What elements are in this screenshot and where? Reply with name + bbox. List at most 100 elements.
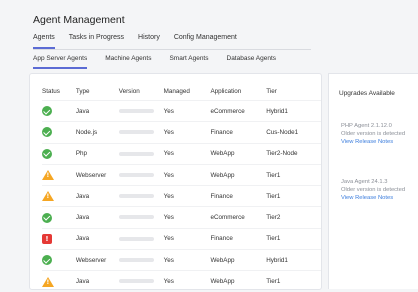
table-header-row: Status Type Version Managed Application …: [42, 82, 321, 101]
upgrades-panel: Upgrades Available PHP Agent 2.1.12.0 Ol…: [328, 73, 418, 289]
subtab-app-server-agents[interactable]: App Server Agents: [33, 55, 88, 69]
table-row[interactable]: Webserver Yes WebApp Hybrid1: [42, 249, 321, 271]
version-cell: [118, 142, 164, 165]
page-title: Agent Management: [33, 14, 125, 26]
application-cell: WebApp: [210, 249, 267, 271]
type-cell: Java: [75, 227, 119, 250]
version-placeholder-bar: [118, 258, 154, 263]
upgrades-title: Upgrades Available: [339, 90, 395, 97]
upgrade-note: Older version is detected: [341, 131, 406, 137]
agents-table-panel: Status Type Version Managed Application …: [29, 73, 322, 292]
status-cell: [42, 206, 76, 229]
sub-tabs: App Server Agents Machine Agents Smart A…: [33, 55, 294, 69]
version-placeholder-bar: [118, 194, 154, 199]
view-release-notes-link[interactable]: View Release Notes: [341, 138, 411, 146]
table-row[interactable]: Java Yes eCommerce Hybrid1: [42, 99, 321, 122]
managed-cell: Yes: [163, 249, 211, 271]
column-header-managed[interactable]: Managed: [164, 82, 211, 101]
version-placeholder-bar: [118, 172, 154, 177]
tier-cell: Tier1: [266, 163, 321, 186]
application-cell: eCommerce: [210, 99, 267, 122]
view-release-notes-link[interactable]: View Release Notes: [341, 194, 411, 202]
column-header-application[interactable]: Application: [210, 82, 266, 101]
column-header-tier[interactable]: Tier: [266, 82, 321, 101]
column-header-type[interactable]: Type: [76, 82, 119, 101]
agents-table: Status Type Version Managed Application …: [42, 82, 321, 292]
upgrade-version: Java Agent 24.1.3: [341, 179, 388, 185]
managed-cell: Yes: [163, 270, 211, 292]
application-cell: Finance: [210, 121, 267, 144]
application-cell: Finance: [210, 227, 267, 250]
subtab-machine-agents[interactable]: Machine Agents: [105, 55, 151, 69]
application-cell: WebApp: [210, 270, 267, 292]
error-square-icon: !: [42, 233, 52, 244]
status-cell: [42, 249, 76, 271]
type-cell: Webserver: [75, 163, 119, 186]
status-cell: [42, 270, 76, 292]
table-row[interactable]: Node.js Yes Finance Cus-Node1: [42, 121, 321, 144]
tab-config-management[interactable]: Config Management: [174, 34, 237, 49]
tier-cell: Tier2-Node: [266, 142, 321, 165]
tabs-divider: [33, 49, 311, 50]
managed-cell: Yes: [163, 185, 211, 207]
application-cell: WebApp: [210, 163, 267, 186]
status-cell: !: [42, 227, 76, 250]
version-placeholder-bar: [118, 215, 154, 220]
tier-cell: Hybrid1: [266, 99, 321, 122]
status-cell: [42, 163, 76, 186]
version-cell: [118, 270, 164, 292]
warning-triangle-icon: [42, 191, 54, 202]
table-row[interactable]: Java YesWebAppTier1: [42, 270, 321, 292]
type-cell: Webserver: [75, 249, 119, 271]
managed-cell: Yes: [163, 121, 211, 144]
column-header-version[interactable]: Version: [119, 82, 164, 101]
check-circle-icon: [42, 106, 52, 117]
version-placeholder-bar: [118, 151, 154, 156]
version-placeholder-bar: [118, 279, 154, 284]
type-cell: Node.js: [75, 121, 119, 144]
tier-cell: Hybrid1: [266, 249, 321, 271]
check-circle-icon: [42, 212, 52, 223]
status-cell: [42, 99, 76, 122]
status-cell: [42, 142, 76, 165]
table-row[interactable]: Java YesFinanceTier1: [42, 185, 321, 207]
type-cell: Java: [75, 206, 119, 229]
version-cell: [118, 185, 164, 207]
upgrade-item: PHP Agent 2.1.12.0 Older version is dete…: [341, 122, 411, 146]
tab-agents[interactable]: Agents: [33, 34, 55, 49]
version-placeholder-bar: [118, 108, 154, 113]
type-cell: Java: [75, 270, 119, 292]
table-row[interactable]: Java Yes eCommerce Tier2: [42, 206, 321, 229]
table-row[interactable]: Webserver YesWebAppTier1: [42, 163, 321, 186]
version-placeholder-bar: [118, 236, 154, 241]
column-header-status[interactable]: Status: [42, 82, 76, 101]
check-circle-icon: [42, 127, 52, 138]
subtab-smart-agents[interactable]: Smart Agents: [169, 55, 208, 69]
table-row[interactable]: ! Java Yes Finance Tier1: [42, 227, 321, 250]
tab-tasks-in-progress[interactable]: Tasks in Progress: [69, 34, 124, 49]
subtab-database-agents[interactable]: Database Agents: [227, 55, 277, 69]
type-cell: Java: [75, 99, 119, 122]
version-cell: [118, 249, 164, 271]
managed-cell: Yes: [163, 142, 211, 165]
upgrade-version: PHP Agent 2.1.12.0: [341, 123, 392, 129]
version-cell: [118, 121, 164, 144]
version-cell: [118, 206, 164, 229]
managed-cell: Yes: [163, 99, 211, 122]
tab-history[interactable]: History: [138, 34, 160, 49]
warning-triangle-icon: [42, 170, 54, 181]
version-cell: [118, 227, 164, 250]
application-cell: WebApp: [210, 142, 267, 165]
application-cell: eCommerce: [210, 206, 267, 229]
main-tabs: Agents Tasks in Progress History Config …: [33, 34, 251, 49]
managed-cell: Yes: [163, 163, 211, 186]
managed-cell: Yes: [163, 227, 211, 250]
status-cell: [42, 185, 76, 207]
type-cell: Java: [75, 185, 119, 207]
tier-cell: Tier1: [266, 185, 321, 207]
table-row[interactable]: Php Yes WebApp Tier2-Node: [42, 142, 321, 165]
tier-cell: Tier2: [266, 206, 321, 229]
managed-cell: Yes: [163, 206, 211, 229]
tier-cell: Cus-Node1: [266, 121, 321, 144]
version-placeholder-bar: [118, 130, 154, 135]
